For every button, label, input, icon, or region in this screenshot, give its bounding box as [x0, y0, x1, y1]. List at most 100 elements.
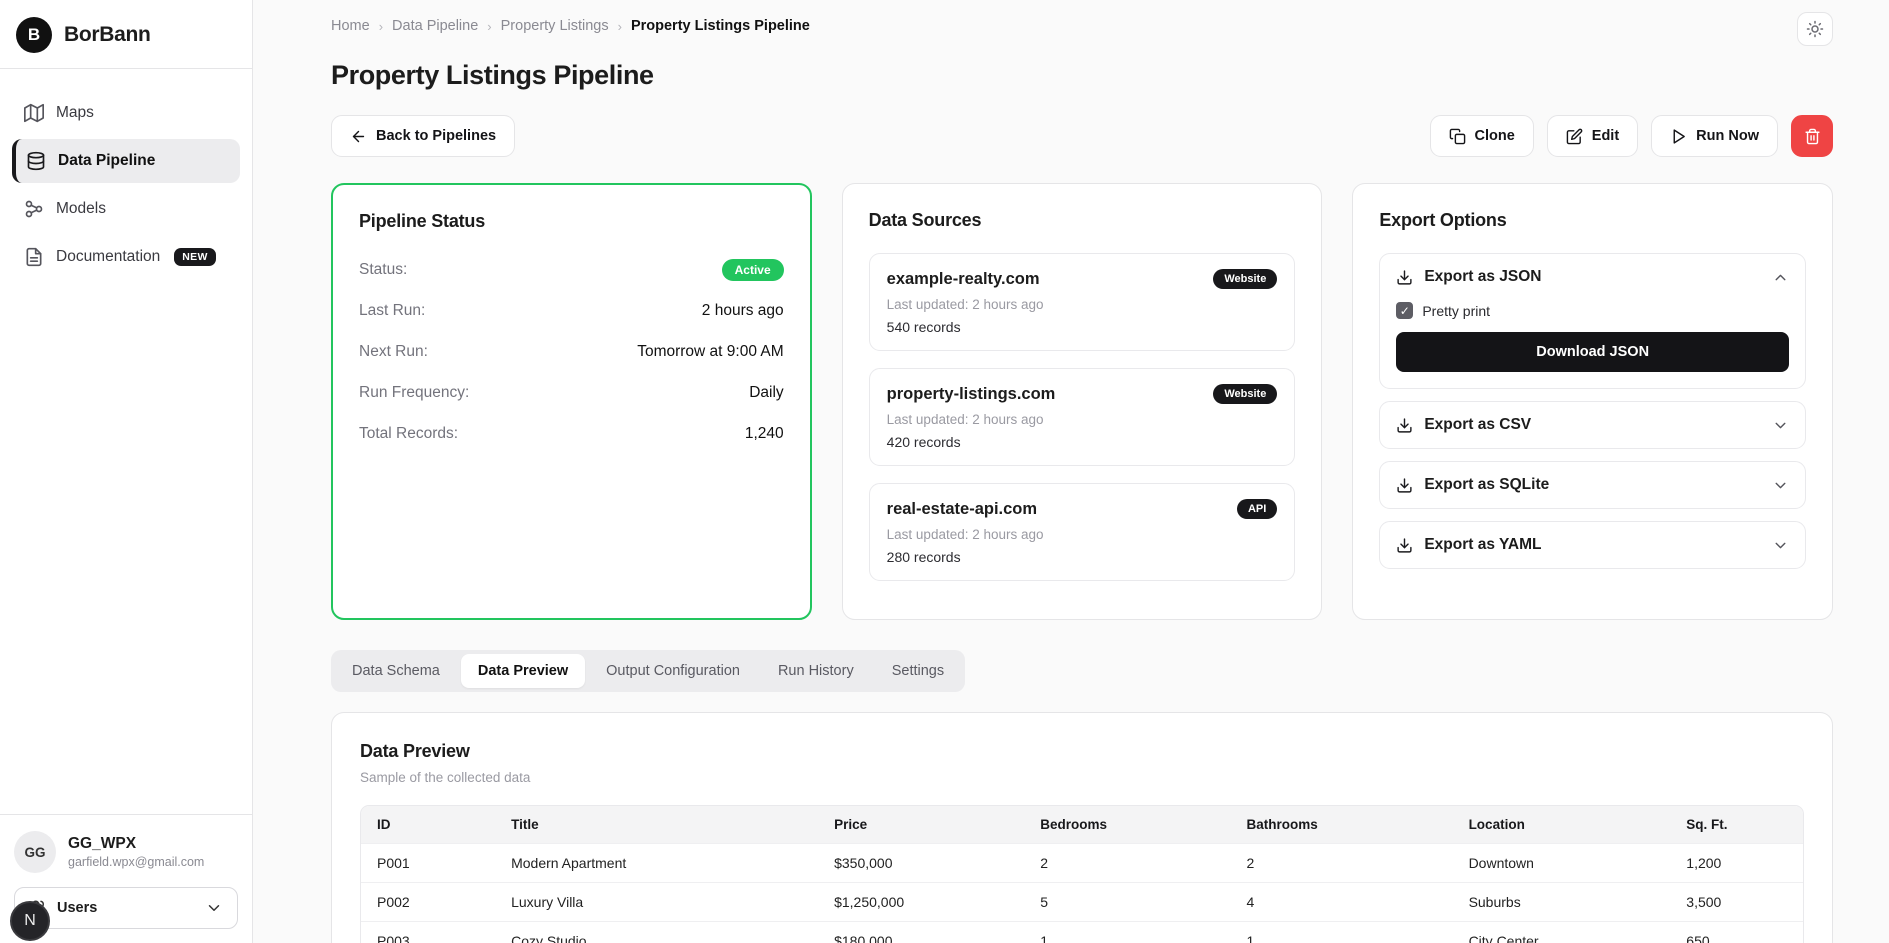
breadcrumb-item[interactable]: Property Listings: [501, 18, 609, 34]
status-row: Next Run:Tomorrow at 9:00 AM: [359, 340, 784, 364]
user-profile[interactable]: GG GG_WPX garfield.wpx@gmail.com: [14, 831, 238, 873]
status-label: Last Run:: [359, 302, 425, 320]
table-cell: Luxury Villa: [495, 883, 818, 922]
tab-data-preview[interactable]: Data Preview: [461, 654, 585, 688]
breadcrumb-item: Property Listings Pipeline: [631, 18, 810, 34]
sidebar-item-label: Maps: [56, 104, 94, 122]
export-options-card: Export Options Export as JSON ✓ Pretty p…: [1352, 183, 1833, 620]
edit-button[interactable]: Edit: [1547, 115, 1638, 157]
sidebar-nav: Maps Data Pipeline ModelsDocumentationNEW: [0, 69, 252, 301]
sidebar-item-data-pipeline[interactable]: Data Pipeline: [12, 139, 240, 183]
download-icon: [1396, 417, 1413, 434]
main-content: Home›Data Pipeline›Property Listings›Pro…: [253, 0, 1889, 943]
sidebar-item-models[interactable]: Models: [12, 187, 240, 231]
source-updated: Last updated: 2 hours ago: [887, 297, 1278, 312]
tab-data-schema[interactable]: Data Schema: [335, 654, 457, 688]
breadcrumb-item[interactable]: Home: [331, 18, 370, 34]
table-cell: Downtown: [1453, 844, 1671, 883]
brain-icon: [24, 199, 44, 219]
sun-icon: [1806, 20, 1824, 38]
checkbox-label: Pretty print: [1422, 303, 1490, 319]
brand[interactable]: B BorBann: [0, 0, 252, 68]
column-header: Title: [495, 806, 818, 844]
breadcrumb-separator: ›: [487, 19, 491, 34]
sidebar-item-maps[interactable]: Maps: [12, 91, 240, 135]
export-option-header[interactable]: Export as SQLite: [1380, 462, 1805, 508]
tab-output-configuration[interactable]: Output Configuration: [589, 654, 757, 688]
back-to-pipelines-button[interactable]: Back to Pipelines: [331, 115, 515, 157]
trash-icon: [1804, 128, 1821, 145]
source-name: property-listings.com: [887, 385, 1056, 404]
sidebar: B BorBann Maps Data Pipeline ModelsDocumen…: [0, 0, 253, 943]
map-icon: [24, 103, 44, 123]
source-records: 420 records: [887, 434, 1278, 450]
status-badge: Active: [722, 259, 784, 281]
play-icon: [1670, 128, 1687, 145]
pretty-print-checkbox[interactable]: ✓ Pretty print: [1396, 302, 1789, 319]
table-cell: Cozy Studio: [495, 922, 818, 943]
user-email: garfield.wpx@gmail.com: [68, 855, 204, 869]
checkbox-checked-icon: ✓: [1396, 302, 1413, 319]
table-cell: 5: [1024, 883, 1230, 922]
brand-logo: B: [16, 17, 52, 53]
arrow-left-icon: [350, 128, 367, 145]
chevron-down-icon: [1772, 537, 1789, 554]
breadcrumb-item[interactable]: Data Pipeline: [392, 18, 478, 34]
export-option-header[interactable]: Export as JSON: [1380, 254, 1805, 300]
theme-toggle-button[interactable]: [1797, 12, 1833, 46]
chevron-down-icon: [1772, 477, 1789, 494]
column-header: Location: [1453, 806, 1671, 844]
table-cell: Suburbs: [1453, 883, 1671, 922]
sidebar-item-documentation[interactable]: DocumentationNEW: [12, 235, 240, 279]
data-source-item[interactable]: real-estate-api.com API Last updated: 2 …: [869, 483, 1296, 581]
table-cell: 650: [1670, 922, 1803, 943]
table-cell: 3,500: [1670, 883, 1803, 922]
column-header: Sq. Ft.: [1670, 806, 1803, 844]
export-option-header[interactable]: Export as CSV: [1380, 402, 1805, 448]
column-header: Bedrooms: [1024, 806, 1230, 844]
data-sources-title: Data Sources: [869, 210, 1296, 231]
status-value: 1,240: [745, 425, 784, 443]
table-row[interactable]: P002Luxury Villa$1,250,00054Suburbs3,500: [361, 883, 1803, 922]
source-name: example-realty.com: [887, 270, 1040, 289]
clone-button[interactable]: Clone: [1430, 115, 1534, 157]
export-option-yaml: Export as YAML: [1379, 521, 1806, 569]
table-cell: $1,250,000: [818, 883, 1024, 922]
status-row: Total Records:1,240: [359, 422, 784, 446]
data-source-item[interactable]: example-realty.com Website Last updated:…: [869, 253, 1296, 351]
download-json-button[interactable]: Download JSON: [1396, 332, 1789, 372]
table-cell: 2: [1024, 844, 1230, 883]
data-source-item[interactable]: property-listings.com Website Last updat…: [869, 368, 1296, 466]
status-row: Status:Active: [359, 258, 784, 282]
export-option-label: Export as YAML: [1424, 536, 1541, 554]
table-cell: City Center: [1453, 922, 1671, 943]
table-row[interactable]: P003Cozy Studio$180,00011City Center650: [361, 922, 1803, 943]
table-cell: 1,200: [1670, 844, 1803, 883]
document-icon: [24, 247, 44, 267]
sidebar-item-label: Data Pipeline: [58, 152, 155, 170]
tab-settings[interactable]: Settings: [875, 654, 961, 688]
table-cell: P001: [361, 844, 495, 883]
delete-button[interactable]: [1791, 115, 1833, 157]
tab-run-history[interactable]: Run History: [761, 654, 871, 688]
source-type-badge: API: [1237, 499, 1277, 519]
export-option-label: Export as JSON: [1424, 268, 1541, 286]
copy-icon: [1449, 128, 1466, 145]
page-title: Property Listings Pipeline: [331, 60, 1833, 91]
status-row: Last Run:2 hours ago: [359, 299, 784, 323]
run-now-button[interactable]: Run Now: [1651, 115, 1778, 157]
data-preview-title: Data Preview: [360, 741, 1804, 762]
download-icon: [1396, 477, 1413, 494]
table-cell: $350,000: [818, 844, 1024, 883]
table-cell: P002: [361, 883, 495, 922]
avatar: GG: [14, 831, 56, 873]
source-updated: Last updated: 2 hours ago: [887, 527, 1278, 542]
export-option-label: Export as CSV: [1424, 416, 1531, 434]
table-row[interactable]: P001Modern Apartment$350,00022Downtown1,…: [361, 844, 1803, 883]
brand-name: BorBann: [64, 23, 151, 47]
users-dropdown-label: Users: [57, 900, 97, 916]
download-icon: [1396, 537, 1413, 554]
export-option-header[interactable]: Export as YAML: [1380, 522, 1805, 568]
status-value: Tomorrow at 9:00 AM: [637, 343, 783, 361]
new-badge: NEW: [174, 248, 215, 266]
